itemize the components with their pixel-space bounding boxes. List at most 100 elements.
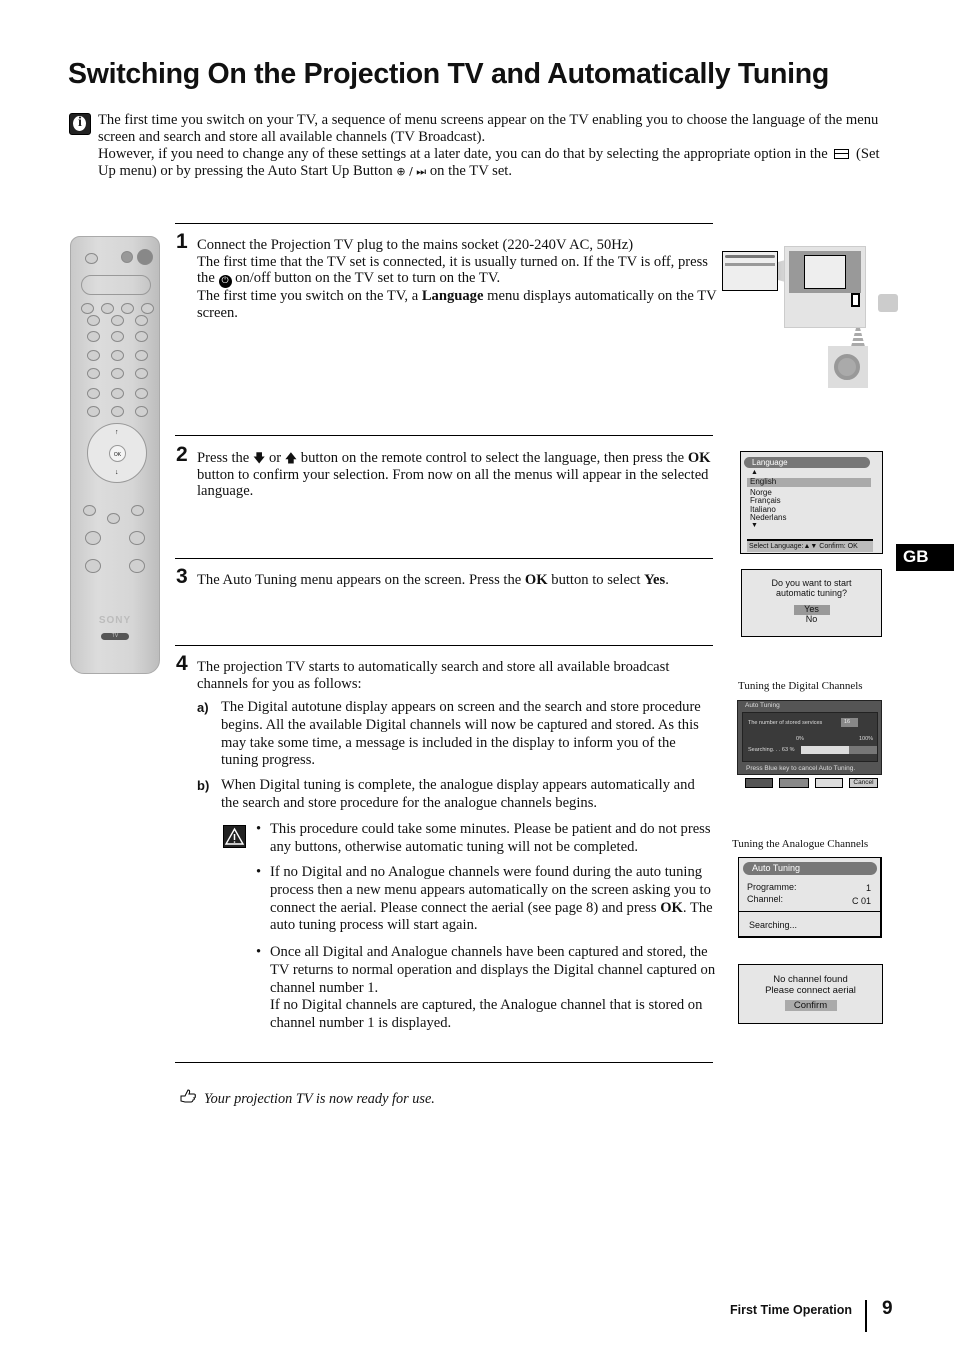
step-2-text: Press the 🡇 or 🡅 button on the remote co… [197,450,711,499]
remote-button [121,303,134,314]
footer-divider [865,1300,867,1332]
cancel-hint: Press Blue key to cancel Auto Tuning. [746,765,856,772]
remote-control-illustration: OK ↑ ↓ SONY TV [70,236,160,674]
sub-step-b: When Digital tuning is complete, the ana… [221,777,695,811]
bullet-item: • This procedure could take some minutes.… [256,821,711,855]
remote-program-button [129,559,145,573]
power-icon: ⏻ [218,275,232,288]
remote-volume-button [85,559,101,573]
step-number: 4 [176,652,188,675]
page-number: 9 [882,1298,893,1319]
remote-program-button [129,531,145,545]
bullet-item: • Once all Digital and Analogue channels … [256,944,716,1032]
progress-min-label: 0% [796,736,804,742]
remote-button [81,303,94,314]
tuning-progress-fill [801,746,849,754]
remote-down-icon: ↓ [115,468,119,476]
remote-volume-button [85,531,101,545]
ready-note: Your projection TV is now ready for use. [204,1091,435,1107]
remote-button [83,505,96,516]
auto-start-icon: ⊕ / ⏭ [396,165,427,178]
divider [175,223,713,224]
remote-button [87,315,100,326]
remote-button [87,406,100,417]
up-arrow-icon: 🡅 [284,451,298,465]
language-menu: Language ▲ English Norge Français Italiano N… [740,451,883,554]
remote-button [111,406,124,417]
step-1-text: Connect the Projection TV plug to the ma… [197,237,717,321]
power-button-closeup [828,346,868,388]
remote-button [111,331,124,342]
remote-button [135,406,148,417]
language-option[interactable]: Nederlans [747,513,871,523]
language-list: English Norge Français Italiano Nederlans [747,477,871,523]
remote-button [87,368,100,379]
thumbs-up-icon [178,1087,198,1112]
step-number: 3 [176,565,188,588]
language-menu-title: Language [744,457,870,468]
remote-button [131,505,144,516]
green-key[interactable] [779,778,809,788]
remote-button [135,331,148,342]
warning-icon [223,825,246,848]
divider [175,558,713,559]
red-key[interactable] [745,778,773,788]
remote-button [121,251,133,263]
language-option[interactable]: English [747,477,871,487]
remote-button [85,253,98,264]
sub-step-a: The Digital autotune display appears on … [221,699,701,769]
channel-label: Channel: [747,894,784,904]
remote-button [135,315,148,326]
remote-button [111,350,124,361]
divider [175,1062,713,1063]
divider [175,435,713,436]
remote-mode-label: TV [101,633,129,640]
remote-button [135,350,148,361]
digital-tuning-caption: Tuning the Digital Channels [738,680,863,692]
sub-label-b: b) [197,778,210,793]
searching-status: Searching. . . 63 % [748,747,795,753]
divider [175,645,713,646]
page-title: Switching On the Projection TV and Autom… [68,58,829,90]
language-tab: GB [896,544,954,571]
remote-mode-switch [81,275,151,295]
remote-button [135,368,148,379]
auto-tuning-prompt: Do you want to start automatic tuning? Y… [741,569,882,637]
yellow-key[interactable] [815,778,843,788]
analogue-searching-status: Searching... [749,920,798,930]
stored-services-value: 16 [841,718,858,727]
programme-label: Programme: [747,882,797,892]
tv-setup-illustration [722,246,898,400]
remote-button [87,388,100,399]
intro-text: The first time you switch on your TV, a … [98,112,888,180]
remote-dpad: OK ↑ ↓ [87,423,147,483]
remote-power-button [137,249,153,265]
digital-tuning-title: Auto Tuning [745,702,780,709]
remote-button [101,303,114,314]
remote-ok-button: OK [109,445,126,462]
analogue-tuning-title: Auto Tuning [743,862,877,875]
cancel-key[interactable]: Cancel [849,778,878,788]
confirm-button[interactable]: Confirm [784,1000,837,1011]
wall-socket-icon [878,294,898,312]
sub-label-a: a) [197,700,209,715]
down-arrow-icon: 🡇 [252,451,266,465]
language-menu-footer: Select Language:▲▼ Confirm: OK [747,541,873,552]
progress-max-label: 100% [859,736,874,742]
step-number: 1 [176,230,188,253]
no-channel-dialog: No channel found Please connect aerial C… [738,964,883,1024]
remote-button [111,315,124,326]
menu-thumbnail [722,251,778,291]
tv-power-button [851,293,860,307]
step-3-text: The Auto Tuning menu appears on the scre… [197,572,669,588]
step-number: 2 [176,443,188,466]
scroll-down-icon: ▼ [751,522,758,529]
remote-button [111,388,124,399]
analogue-tuning-caption: Tuning the Analogue Channels [732,838,869,850]
analogue-tuning-screen: Auto Tuning Programme: 1 Channel: C 01 S… [738,857,882,938]
remote-button [87,331,100,342]
programme-value: 1 [865,883,871,893]
remote-button [141,303,154,314]
digital-tuning-screen: Auto Tuning The number of stored service… [737,700,882,775]
remote-button [107,513,120,524]
